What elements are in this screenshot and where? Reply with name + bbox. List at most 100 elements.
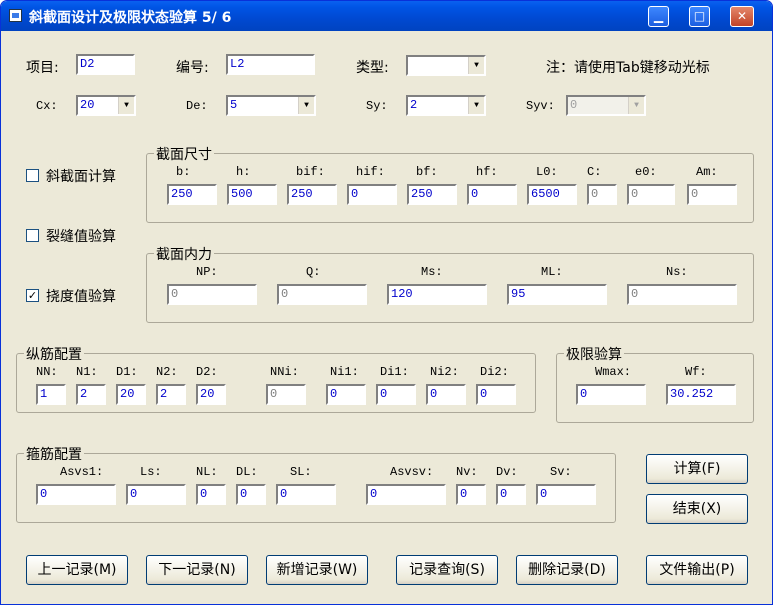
internal-force-title: 截面内力 <box>154 244 214 264</box>
end-button[interactable]: 结束(X) <box>646 494 748 524</box>
stirrup-input[interactable]: 0 <box>126 484 186 505</box>
window-title: 斜截面设计及极限状态验算 5/ 6 <box>29 10 232 26</box>
limit-check-label: Wmax: <box>595 365 632 379</box>
stirrup-input[interactable]: 0 <box>366 484 446 505</box>
longitudinal-input[interactable]: 20 <box>116 384 146 405</box>
app-window: 斜截面设计及极限状态验算 5/ 6 ▁ □ ✕ 项目: D2 编号: L2 类型… <box>0 0 773 605</box>
section-size-input[interactable]: 500 <box>227 184 277 205</box>
longitudinal-title: 纵筋配置 <box>24 344 84 364</box>
longitudinal-input[interactable]: 0 <box>426 384 466 405</box>
internal-force-input[interactable]: 95 <box>507 284 607 305</box>
oblique-label: 斜截面计算 <box>46 169 116 185</box>
delete-record-button[interactable]: 删除记录(D) <box>516 555 618 585</box>
export-file-button[interactable]: 文件输出(P) <box>646 555 748 585</box>
longitudinal-input[interactable]: 0 <box>476 384 516 405</box>
section-size-input[interactable]: 250 <box>287 184 337 205</box>
chevron-down-icon[interactable]: ▼ <box>118 97 134 114</box>
section-size-input[interactable]: 0 <box>347 184 397 205</box>
section-size-label: bf: <box>416 165 438 179</box>
longitudinal-input[interactable]: 2 <box>156 384 186 405</box>
dialog-client: 项目: D2 编号: L2 类型: ▼ 注：请使用Tab键移动光标 Cx: 20… <box>1 31 772 604</box>
chevron-down-icon[interactable]: ▼ <box>468 57 484 74</box>
de-select[interactable]: 5 ▼ <box>226 95 316 116</box>
close-button[interactable]: ✕ <box>730 6 754 27</box>
section-size-input[interactable]: 250 <box>167 184 217 205</box>
internal-force-input[interactable]: 120 <box>387 284 487 305</box>
section-size-input[interactable]: 6500 <box>527 184 577 205</box>
section-size-input[interactable]: 250 <box>407 184 457 205</box>
stirrup-input[interactable]: 0 <box>276 484 336 505</box>
longitudinal-input[interactable]: 0 <box>266 384 306 405</box>
number-label: 编号: <box>176 60 209 76</box>
sy-value: 2 <box>410 98 418 112</box>
query-record-button[interactable]: 记录查询(S) <box>396 555 498 585</box>
calculate-button[interactable]: 计算(F) <box>646 454 748 484</box>
syv-select: 0 ▼ <box>566 95 646 116</box>
stirrup-label: Sv: <box>550 465 572 479</box>
section-size-input[interactable]: 0 <box>687 184 737 205</box>
section-size-input[interactable]: 0 <box>467 184 517 205</box>
stirrup-input[interactable]: 0 <box>456 484 486 505</box>
longitudinal-input[interactable]: 0 <box>326 384 366 405</box>
de-value: 5 <box>230 98 238 112</box>
chevron-down-icon[interactable]: ▼ <box>298 97 314 114</box>
crack-checkbox[interactable] <box>26 229 39 242</box>
internal-force-input[interactable]: 0 <box>627 284 737 305</box>
longitudinal-input[interactable]: 0 <box>376 384 416 405</box>
longitudinal-label: D1: <box>116 365 138 379</box>
stirrup-input[interactable]: 0 <box>36 484 116 505</box>
stirrup-label: Asvsv: <box>390 465 434 479</box>
internal-force-input[interactable]: 0 <box>277 284 367 305</box>
chevron-down-icon[interactable]: ▼ <box>468 97 484 114</box>
section-size-label: hif: <box>356 165 385 179</box>
longitudinal-input[interactable]: 1 <box>36 384 66 405</box>
longitudinal-label: Ni2: <box>430 365 459 379</box>
section-size-label: bif: <box>296 165 325 179</box>
deflection-label: 挠度值验算 <box>46 289 116 305</box>
section-size-input[interactable]: 0 <box>587 184 617 205</box>
app-icon <box>9 9 22 22</box>
longitudinal-label: NNi: <box>270 365 299 379</box>
cx-select[interactable]: 20 ▼ <box>76 95 136 116</box>
sy-select[interactable]: 2 ▼ <box>406 95 486 116</box>
cx-label: Cx: <box>36 99 58 113</box>
section-size-label: e0: <box>635 165 657 179</box>
section-size-label: L0: <box>536 165 558 179</box>
stirrup-input[interactable]: 0 <box>236 484 266 505</box>
section-size-label: Am: <box>696 165 718 179</box>
next-record-button[interactable]: 下一记录(N) <box>146 555 248 585</box>
stirrup-label: NL: <box>196 465 218 479</box>
stirrup-input[interactable]: 0 <box>536 484 596 505</box>
oblique-checkbox[interactable] <box>26 169 39 182</box>
longitudinal-input[interactable]: 20 <box>196 384 226 405</box>
section-size-input[interactable]: 0 <box>627 184 675 205</box>
deflection-checkbox[interactable]: ✓ <box>26 289 39 302</box>
longitudinal-label: D2: <box>196 365 218 379</box>
internal-force-input[interactable]: 0 <box>167 284 257 305</box>
longitudinal-input[interactable]: 2 <box>76 384 106 405</box>
maximize-button[interactable]: □ <box>689 6 710 27</box>
stirrup-input[interactable]: 0 <box>496 484 526 505</box>
limit-check-input[interactable]: 30.252 <box>666 384 736 405</box>
stirrup-label: SL: <box>290 465 312 479</box>
cx-value: 20 <box>80 98 95 112</box>
section-size-label: hf: <box>476 165 498 179</box>
close-icon: ✕ <box>736 9 748 23</box>
stirrup-title: 箍筋配置 <box>24 444 84 464</box>
stirrup-label: Asvs1: <box>60 465 104 479</box>
new-record-button[interactable]: 新增记录(W) <box>266 555 368 585</box>
project-input[interactable]: D2 <box>76 54 135 75</box>
internal-force-label: Q: <box>306 265 321 279</box>
internal-force-label: Ms: <box>421 265 443 279</box>
stirrup-input[interactable]: 0 <box>196 484 226 505</box>
limit-check-input[interactable]: 0 <box>576 384 646 405</box>
type-select[interactable]: ▼ <box>406 55 486 76</box>
stirrup-label: Dv: <box>496 465 518 479</box>
title-bar[interactable]: 斜截面设计及极限状态验算 5/ 6 ▁ □ ✕ <box>1 1 772 31</box>
prev-record-button[interactable]: 上一记录(M) <box>26 555 128 585</box>
stirrup-label: DL: <box>236 465 258 479</box>
sy-label: Sy: <box>366 99 388 113</box>
syv-value: 0 <box>570 98 578 112</box>
minimize-button[interactable]: ▁ <box>648 6 669 27</box>
number-input[interactable]: L2 <box>226 54 315 75</box>
